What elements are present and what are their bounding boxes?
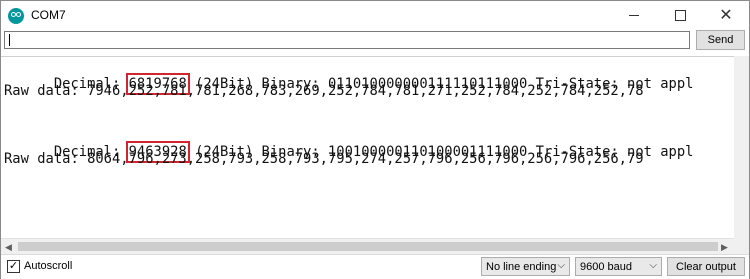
send-button[interactable]: Send bbox=[696, 30, 745, 50]
output-line: Raw data: 7946,252,781,781,268,783,269,2… bbox=[4, 83, 644, 99]
window-title: COM7 bbox=[31, 8, 66, 22]
minimize-icon bbox=[629, 15, 639, 16]
serial-monitor-window: COM7 ✕ Send Decimal: 6819768 (24Bit) Bin… bbox=[0, 0, 750, 279]
minimize-button[interactable] bbox=[611, 1, 657, 30]
line-ending-select[interactable]: No line ending ⌵ bbox=[481, 257, 570, 276]
scrollbar-corner bbox=[734, 238, 749, 254]
close-icon: ✕ bbox=[719, 6, 733, 24]
serial-output[interactable]: Decimal: 6819768 (24Bit) Binary: 0110100… bbox=[1, 56, 734, 239]
horizontal-scrollbar[interactable]: ◀ ▶ bbox=[1, 238, 734, 255]
vertical-scrollbar[interactable] bbox=[734, 56, 749, 238]
baud-rate-select[interactable]: 9600 baud ⌵ bbox=[575, 257, 662, 276]
scroll-right-icon[interactable]: ▶ bbox=[721, 242, 728, 253]
serial-input[interactable] bbox=[4, 31, 690, 49]
text-caret bbox=[9, 34, 10, 46]
checkmark-icon: ✓ bbox=[8, 260, 19, 272]
chevron-down-icon: ⌵ bbox=[649, 260, 657, 271]
input-row: Send bbox=[1, 30, 749, 55]
scrollbar-thumb[interactable] bbox=[18, 242, 718, 251]
chevron-down-icon: ⌵ bbox=[557, 260, 565, 271]
close-button[interactable]: ✕ bbox=[703, 1, 749, 30]
output-line: Raw data: 8064,796,273,258,793,258,793,7… bbox=[4, 151, 644, 167]
scroll-left-icon[interactable]: ◀ bbox=[5, 242, 12, 253]
title-bar: COM7 ✕ bbox=[1, 1, 749, 30]
autoscroll-checkbox[interactable]: ✓ bbox=[7, 260, 20, 273]
line-ending-value: No line ending bbox=[486, 260, 557, 273]
maximize-button[interactable] bbox=[657, 1, 703, 30]
autoscroll-label: Autoscroll bbox=[24, 260, 73, 272]
baud-rate-value: 9600 baud bbox=[580, 260, 632, 273]
clear-output-button[interactable]: Clear output bbox=[667, 257, 745, 276]
maximize-icon bbox=[674, 10, 686, 21]
arduino-logo-icon bbox=[8, 8, 24, 24]
bottom-bar: ✓ Autoscroll No line ending ⌵ 9600 baud … bbox=[1, 254, 749, 279]
